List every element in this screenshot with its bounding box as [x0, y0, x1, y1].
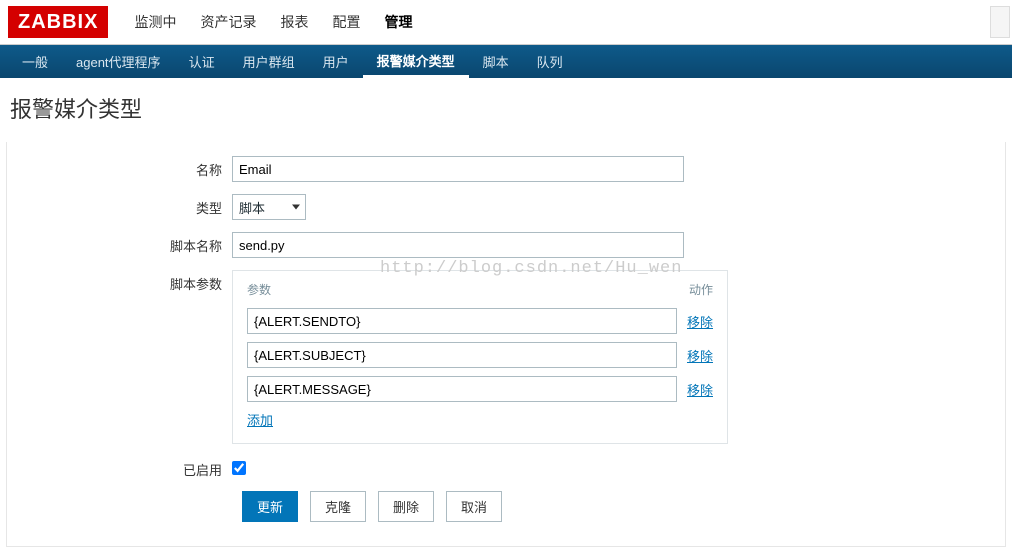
topnav-administration[interactable]: 管理 [372, 0, 424, 44]
delete-button[interactable]: 删除 [378, 491, 434, 522]
param-remove-0[interactable]: 移除 [687, 312, 713, 331]
params-header-parameters: 参数 [247, 281, 271, 298]
script-params-label: 脚本参数 [7, 270, 232, 293]
param-remove-1[interactable]: 移除 [687, 346, 713, 365]
subnav-media-types[interactable]: 报警媒介类型 [363, 45, 469, 78]
enabled-label: 已启用 [7, 456, 232, 479]
param-row: 移除 [247, 342, 713, 368]
chevron-down-icon [292, 205, 300, 210]
param-input-1[interactable] [247, 342, 677, 368]
subnav-users[interactable]: 用户 [309, 45, 363, 78]
top-nav: 监测中 资产记录 报表 配置 管理 [122, 0, 424, 44]
enabled-checkbox[interactable] [232, 461, 246, 475]
topnav-reports[interactable]: 报表 [268, 0, 320, 44]
topnav-configuration[interactable]: 配置 [320, 0, 372, 44]
type-label: 类型 [7, 194, 232, 217]
topnav-monitoring[interactable]: 监测中 [122, 0, 188, 44]
type-select-value: 脚本 [239, 198, 265, 217]
type-select[interactable]: 脚本 [232, 194, 306, 220]
script-name-input[interactable] [232, 232, 684, 258]
param-input-2[interactable] [247, 376, 677, 402]
sub-nav: 一般 agent代理程序 认证 用户群组 用户 报警媒介类型 脚本 队列 [0, 45, 1012, 78]
subnav-general[interactable]: 一般 [8, 45, 62, 78]
name-label: 名称 [7, 156, 232, 179]
params-header-action: 动作 [689, 281, 713, 298]
clone-button[interactable]: 克隆 [310, 491, 366, 522]
param-row: 移除 [247, 308, 713, 334]
update-button[interactable]: 更新 [242, 491, 298, 522]
subnav-proxies[interactable]: agent代理程序 [62, 45, 175, 78]
params-box: 参数 动作 移除 移除 移除 添加 [232, 270, 728, 444]
topnav-inventory[interactable]: 资产记录 [188, 0, 268, 44]
header-right-box [990, 6, 1010, 38]
name-input[interactable] [232, 156, 684, 182]
logo: ZABBIX [8, 6, 108, 38]
param-row: 移除 [247, 376, 713, 402]
top-bar: ZABBIX 监测中 资产记录 报表 配置 管理 [0, 0, 1012, 45]
script-name-label: 脚本名称 [7, 232, 232, 255]
button-row: 更新 克隆 删除 取消 [242, 491, 1005, 522]
cancel-button[interactable]: 取消 [446, 491, 502, 522]
form-panel: 名称 类型 脚本 脚本名称 脚本参数 参数 动作 [6, 142, 1006, 547]
page-title: 报警媒介类型 [0, 78, 1012, 142]
subnav-queue[interactable]: 队列 [523, 45, 577, 78]
param-add-link[interactable]: 添加 [247, 413, 273, 428]
param-remove-2[interactable]: 移除 [687, 380, 713, 399]
subnav-authentication[interactable]: 认证 [175, 45, 229, 78]
subnav-scripts[interactable]: 脚本 [469, 45, 523, 78]
param-input-0[interactable] [247, 308, 677, 334]
subnav-user-groups[interactable]: 用户群组 [229, 45, 309, 78]
